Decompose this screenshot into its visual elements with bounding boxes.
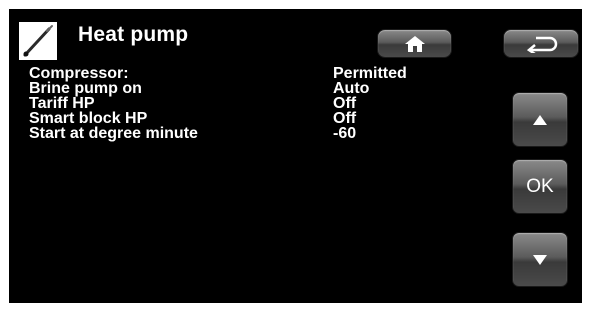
back-arrow-icon [526,36,558,53]
param-value: Permitted [333,65,407,82]
home-button[interactable] [377,29,452,58]
home-icon [404,35,425,52]
display-screen: Heat pump OK Compressor: Permitted Brine… [9,9,582,303]
page-title: Heat pump [78,23,189,46]
down-button[interactable] [512,232,568,287]
ok-button[interactable]: OK [512,159,568,214]
param-value: Off [333,95,357,112]
param-label: Brine pump on [29,80,142,97]
back-button[interactable] [503,29,579,58]
ok-label: OK [526,175,554,197]
up-arrow-icon [533,114,547,125]
up-button[interactable] [512,92,568,147]
pen-icon [19,22,57,60]
param-value: Auto [333,80,370,97]
down-arrow-icon [533,254,547,265]
param-label: Tariff HP [29,95,95,112]
param-label: Smart block HP [29,110,148,127]
param-label: Compressor: [29,65,129,82]
param-label: Start at degree minute [29,125,198,142]
param-value: -60 [333,125,357,142]
param-value: Off [333,110,357,127]
